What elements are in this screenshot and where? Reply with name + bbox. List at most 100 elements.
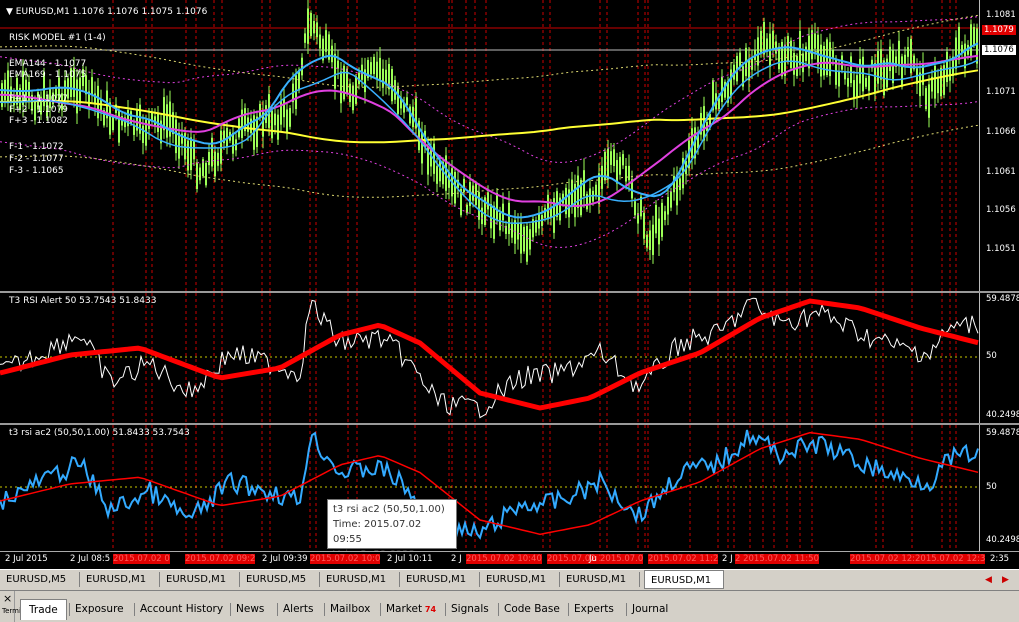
- candle-body: [334, 53, 336, 89]
- candle-body: [523, 226, 525, 252]
- rsi-ac2-canvas[interactable]: [0, 425, 979, 551]
- band-outer-upper: [0, 14, 979, 88]
- candle-body: [667, 196, 669, 215]
- terminal-tab-separator: [445, 603, 446, 616]
- candle-body: [634, 201, 636, 216]
- candle-body: [256, 116, 258, 148]
- time-axis-label: 2 Jul 10:11: [387, 554, 433, 564]
- terminal-tab-separator: [380, 603, 381, 616]
- chart-tab[interactable]: EURUSD,M1: [160, 572, 240, 587]
- time-axis-label: 2 J: [451, 554, 462, 564]
- candle-body: [613, 149, 615, 166]
- candle-body: [760, 30, 762, 54]
- candle-body: [778, 46, 780, 70]
- candle-body: [850, 56, 852, 84]
- candle-body: [475, 183, 477, 205]
- candle-body: [973, 26, 975, 45]
- candle-body: [655, 204, 657, 234]
- terminal-tab-market[interactable]: Market 74: [386, 601, 436, 618]
- ac2-scale[interactable]: 59.4878 50 40.2498: [979, 425, 1019, 551]
- candle-body: [331, 45, 333, 63]
- chart-tab[interactable]: EURUSD,M1: [320, 572, 400, 587]
- terminal-tab-separator: [324, 603, 325, 616]
- candle-body: [856, 75, 858, 99]
- chart-tab[interactable]: EURUSD,M1: [480, 572, 560, 587]
- candle-body: [112, 117, 114, 131]
- candle-body: [337, 60, 339, 69]
- candle-body: [898, 40, 900, 66]
- time-axis-label: 2 J: [722, 554, 733, 564]
- candle-body: [739, 52, 741, 67]
- candle-body: [382, 68, 384, 87]
- candle-body: [217, 152, 219, 166]
- rsi-ac2-title: t3 rsi ac2 (50,50,1.00) 51.8433 53.7543: [9, 428, 190, 438]
- rsi-alert-canvas[interactable]: [0, 293, 979, 423]
- price-tick: 1.1066: [986, 127, 1016, 137]
- candle-body: [529, 229, 531, 250]
- candle-body: [907, 47, 909, 57]
- candle-body: [823, 46, 825, 76]
- main-chart-canvas[interactable]: [0, 0, 979, 291]
- time-axis-label: 2015.07.02 10:0: [310, 554, 381, 564]
- terminal-tab-exposure[interactable]: Exposure: [75, 601, 124, 618]
- terminal-tab-separator: [69, 603, 70, 616]
- tab-scroll-left-icon[interactable]: ◀: [985, 575, 992, 585]
- terminal-panel: × Terminal Trade Exposure Account History N…: [0, 590, 1019, 622]
- chart-tab[interactable]: EURUSD,M5: [240, 572, 320, 587]
- time-axis[interactable]: 2 Jul 2015 2 Jul 08:5 2015.07.02 0 2015.07.…: [0, 551, 1019, 569]
- terminal-tab-news[interactable]: News: [236, 601, 264, 618]
- candle-body: [517, 223, 519, 240]
- chart-tab[interactable]: EURUSD,M1: [80, 572, 160, 587]
- candle-body: [196, 162, 198, 190]
- candle-body: [901, 56, 903, 87]
- candle-body: [214, 151, 216, 177]
- candle-body: [376, 61, 378, 79]
- candle-body: [790, 40, 792, 69]
- tab-scroll-right-icon[interactable]: ▶: [1002, 575, 1009, 585]
- terminal-tab-separator: [277, 603, 278, 616]
- rsi-ac2-pane[interactable]: t3 rsi ac2 (50,50,1.00) 51.8433 53.7543: [0, 425, 979, 551]
- time-axis-label: Ju: [589, 554, 597, 564]
- terminal-tab-account-history[interactable]: Account History: [140, 601, 223, 618]
- candle-body: [127, 109, 129, 127]
- candle-body: [937, 78, 939, 94]
- candle-body: [970, 24, 972, 56]
- terminal-tab-alerts[interactable]: Alerts: [283, 601, 313, 618]
- candle-body: [199, 167, 201, 181]
- candle-body: [601, 165, 603, 189]
- terminal-close-icon[interactable]: ×: [3, 592, 12, 605]
- terminal-tab-experts[interactable]: Experts: [574, 601, 614, 618]
- candle-body: [397, 86, 399, 114]
- chart-tab[interactable]: EURUSD,M1: [644, 570, 724, 589]
- chart-tab[interactable]: EURUSD,M1: [560, 572, 640, 587]
- chart-tab[interactable]: EURUSD,M5: [0, 572, 80, 587]
- rsi-alert-pane[interactable]: T3 RSI Alert 50 53.7543 51.8433: [0, 293, 979, 423]
- candle-body: [652, 224, 654, 255]
- candle-body: [490, 204, 492, 229]
- terminal-tab-mailbox[interactable]: Mailbox: [330, 601, 370, 618]
- terminal-tab-signals[interactable]: Signals: [451, 601, 489, 618]
- price-tag-current: 1.1076: [982, 45, 1016, 55]
- candle-body: [166, 104, 168, 138]
- candle-body: [466, 204, 468, 214]
- rsi-scale[interactable]: 59.4878 50 40.2498: [979, 293, 1019, 423]
- chart-menu-triangle-icon[interactable]: ▼: [6, 7, 13, 17]
- terminal-tab-separator: [568, 603, 569, 616]
- price-scale[interactable]: 1.1081 1.1079 1.1076 1.1071 1.1066 1.106…: [979, 0, 1019, 291]
- candle-body: [481, 207, 483, 225]
- terminal-tab-trade[interactable]: Trade: [20, 599, 67, 620]
- terminal-tab-label: Exposure: [75, 603, 124, 615]
- candle-body: [772, 30, 774, 51]
- terminal-tab-journal[interactable]: Journal: [632, 601, 668, 618]
- terminal-tab-separator: [498, 603, 499, 616]
- time-axis-label: 2 2015.07.02 11:50: [735, 554, 819, 564]
- candle-body: [664, 211, 666, 220]
- ac2-scale-tick: 50: [986, 482, 997, 492]
- risk-model-label: RISK MODEL #1 (1-4): [9, 33, 106, 43]
- time-axis-label: 2015.07.0: [600, 554, 644, 564]
- main-chart-pane[interactable]: ▼ EURUSD,M1 1.1076 1.1076 1.1075 1.1076 …: [0, 0, 979, 291]
- terminal-tab-code-base[interactable]: Code Base: [504, 601, 560, 618]
- chart-tab[interactable]: EURUSD,M1: [400, 572, 480, 587]
- candle-body: [661, 202, 663, 237]
- ac2-scale-tick: 40.2498: [986, 535, 1019, 545]
